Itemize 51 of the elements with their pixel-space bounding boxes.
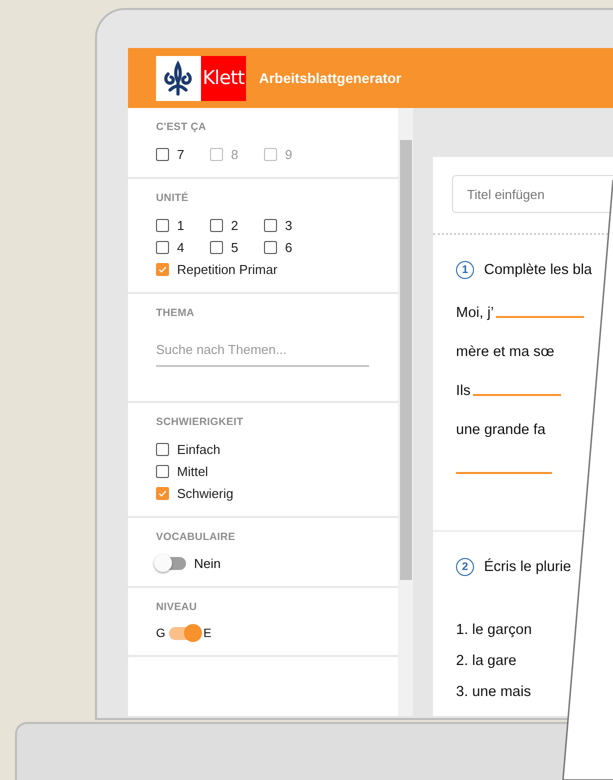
toggle-switch[interactable] — [156, 557, 186, 570]
title-field[interactable]: Titel einfügen — [452, 175, 613, 213]
sentence-text: mère et ma sœ — [456, 344, 554, 360]
checkbox-label: 7 — [177, 146, 184, 162]
checkbox[interactable] — [210, 240, 223, 254]
checkbox[interactable] — [264, 240, 277, 254]
section-heading: UNITÉ — [156, 192, 190, 204]
checkbox-label: Einfach — [177, 442, 220, 456]
app-title: Arbeitsblattgenerator — [259, 70, 402, 86]
checkbox-label: 5 — [231, 240, 238, 254]
checkbox-label: 6 — [285, 240, 292, 254]
checkbox[interactable] — [156, 262, 169, 276]
checkbox-label: 9 — [285, 146, 292, 162]
level-switch[interactable] — [169, 626, 200, 640]
checkbox-label: Mittel — [177, 464, 208, 478]
word-item: 3. une mais — [456, 684, 532, 700]
checkbox-label: 8 — [231, 146, 238, 162]
section-heading: THEMA — [156, 307, 196, 319]
word-item: 1. le garçon — [456, 622, 533, 638]
checkbox-label: 3 — [285, 218, 292, 232]
section-heading: SCHWIERIGKEIT — [156, 416, 244, 428]
level-label: G — [156, 626, 166, 640]
exercise-instruction: Complète les bla — [484, 262, 592, 278]
checkbox[interactable] — [156, 464, 169, 478]
checkbox-label: Schwierig — [177, 486, 234, 500]
scrollbar[interactable] — [398, 108, 413, 716]
checkbox[interactable] — [156, 148, 169, 160]
exercise-number: 1 — [456, 261, 474, 279]
exercise-instruction: Écris le plurie — [484, 559, 572, 575]
checkbox[interactable] — [156, 486, 169, 500]
section-heading: C'EST ÇA — [156, 121, 208, 133]
checkbox[interactable] — [156, 218, 169, 232]
checkbox[interactable] — [264, 218, 277, 232]
fleur-logo-icon — [156, 56, 201, 100]
sentence-text: une grande fa — [456, 422, 546, 438]
toggle-label: Nein — [194, 556, 221, 571]
section-heading: NIVEAU — [156, 601, 198, 613]
checkbox-label: 1 — [177, 218, 184, 232]
word-item: 2. la gare — [456, 653, 518, 669]
level-label: E — [203, 626, 212, 640]
checkbox[interactable] — [156, 240, 169, 254]
logo-text: Klett — [201, 56, 246, 100]
exercise-number: 2 — [456, 558, 474, 576]
checkbox-label: 2 — [231, 218, 238, 232]
sentence-text: Ils — [456, 383, 470, 399]
checkbox[interactable] — [156, 442, 169, 456]
checkbox-label: Repetition Primar — [177, 262, 278, 276]
checkbox[interactable] — [210, 218, 223, 232]
sentence-text: Moi, j’ — [456, 305, 494, 321]
section-heading: VOCABULAIRE — [156, 531, 236, 543]
checkbox-label: 4 — [177, 240, 184, 254]
